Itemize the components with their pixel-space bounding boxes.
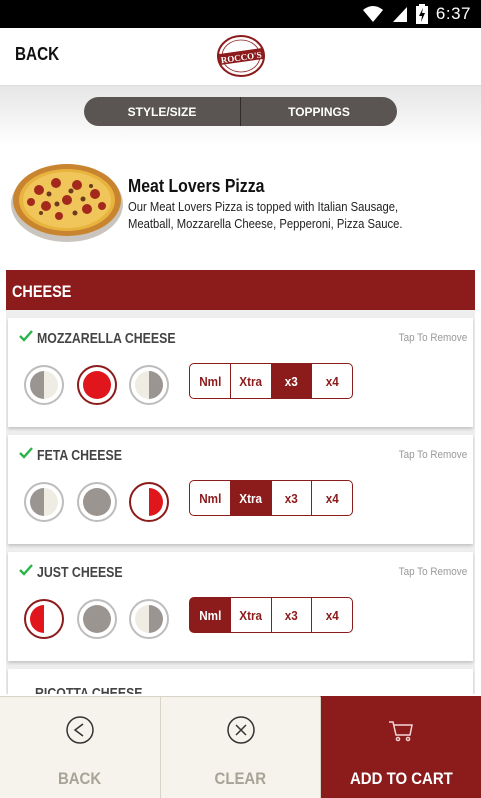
signal-icon <box>392 7 407 22</box>
whole-pizza-button[interactable] <box>77 482 117 522</box>
right-half-button[interactable] <box>129 599 169 639</box>
pizza-image <box>11 156 123 244</box>
whole-pizza-button[interactable] <box>77 599 117 639</box>
amount-selector: Nml Xtra x3 x4 <box>189 363 353 399</box>
back-button-label: BACK <box>58 769 102 788</box>
topping-card: JUST CHEESE Tap To Remove Nml Xtra x3 x4 <box>8 552 473 661</box>
amount-xtra-button[interactable]: Xtra <box>229 363 272 399</box>
tab-style-size[interactable]: STYLE/SIZE <box>84 97 240 126</box>
bottom-action-bar: BACK CLEAR ADD TO CART <box>0 696 481 798</box>
tap-to-remove-link[interactable]: Tap To Remove <box>398 332 467 344</box>
left-half-button[interactable] <box>24 365 64 405</box>
tab-toppings[interactable]: TOPPINGS <box>240 97 397 126</box>
tab-area: STYLE/SIZE TOPPINGS <box>0 86 481 146</box>
amount-x4-button[interactable]: x4 <box>311 597 353 633</box>
amount-x3-button[interactable]: x3 <box>270 480 313 516</box>
topping-name: RICOTTA CHEESE <box>35 686 143 694</box>
right-half-icon <box>135 488 163 516</box>
left-half-icon <box>30 488 58 516</box>
amount-x4-button[interactable]: x4 <box>311 480 353 516</box>
back-button[interactable]: BACK <box>0 696 160 798</box>
wifi-icon <box>362 6 383 22</box>
amount-xtra-button[interactable]: Xtra <box>229 480 272 516</box>
roccos-logo: ROCCO'S <box>217 35 265 77</box>
amount-x3-button[interactable]: x3 <box>270 597 313 633</box>
topping-name: FETA CHEESE <box>37 448 122 464</box>
checkmark-icon <box>19 447 33 459</box>
clear-x-icon <box>226 716 255 744</box>
header-back-button[interactable]: BACK <box>15 44 59 65</box>
amount-x4-button[interactable]: x4 <box>311 363 353 399</box>
style-toppings-toggle: STYLE/SIZE TOPPINGS <box>84 97 397 126</box>
add-to-cart-button[interactable]: ADD TO CART <box>320 696 481 798</box>
left-half-icon <box>30 371 58 399</box>
clear-button-label: CLEAR <box>214 769 267 788</box>
topping-name: JUST CHEESE <box>37 565 123 581</box>
clock: 6:37 <box>435 4 471 23</box>
amount-selector: Nml Xtra x3 x4 <box>189 480 353 516</box>
left-half-icon <box>30 605 58 633</box>
checkmark-icon <box>19 330 33 342</box>
topping-card: FETA CHEESE Tap To Remove Nml Xtra x3 x4 <box>8 435 473 544</box>
section-header-cheese: CHEESE <box>6 270 475 310</box>
left-half-button[interactable] <box>24 599 64 639</box>
amount-nml-button[interactable]: Nml <box>189 597 231 633</box>
product-title: Meat Lovers Pizza <box>128 176 265 196</box>
clear-button[interactable]: CLEAR <box>160 696 320 798</box>
right-half-icon <box>135 371 163 399</box>
whole-pizza-icon <box>83 371 111 399</box>
amount-xtra-button[interactable]: Xtra <box>229 597 272 633</box>
amount-nml-button[interactable]: Nml <box>189 480 231 516</box>
amount-nml-button[interactable]: Nml <box>189 363 231 399</box>
tap-to-remove-link[interactable]: Tap To Remove <box>398 449 467 461</box>
battery-charging-icon <box>415 4 428 24</box>
amount-selector: Nml Xtra x3 x4 <box>189 597 353 633</box>
amount-x3-button[interactable]: x3 <box>270 363 313 399</box>
whole-pizza-icon <box>83 488 111 516</box>
right-half-button[interactable] <box>129 482 169 522</box>
topping-list[interactable]: MOZZARELLA CHEESE Tap To Remove Nml Xtra… <box>6 310 475 694</box>
topping-name: MOZZARELLA CHEESE <box>37 331 176 347</box>
checkmark-icon <box>19 564 33 576</box>
right-half-icon <box>135 605 163 633</box>
whole-pizza-button[interactable] <box>77 365 117 405</box>
back-arrow-icon <box>66 716 94 744</box>
section-title: CHEESE <box>12 282 72 301</box>
whole-pizza-icon <box>83 605 111 633</box>
right-half-button[interactable] <box>129 365 169 405</box>
add-to-cart-label: ADD TO CART <box>349 769 453 788</box>
topping-card: MOZZARELLA CHEESE Tap To Remove Nml Xtra… <box>8 318 473 427</box>
cart-icon <box>389 721 413 742</box>
left-half-button[interactable] <box>24 482 64 522</box>
product-description: Our Meat Lovers Pizza is topped with Ita… <box>128 200 403 231</box>
tap-to-remove-link[interactable]: Tap To Remove <box>398 566 467 578</box>
status-bar: 6:37 <box>0 0 481 28</box>
app-header: BACK ROCCO'S <box>0 28 481 86</box>
